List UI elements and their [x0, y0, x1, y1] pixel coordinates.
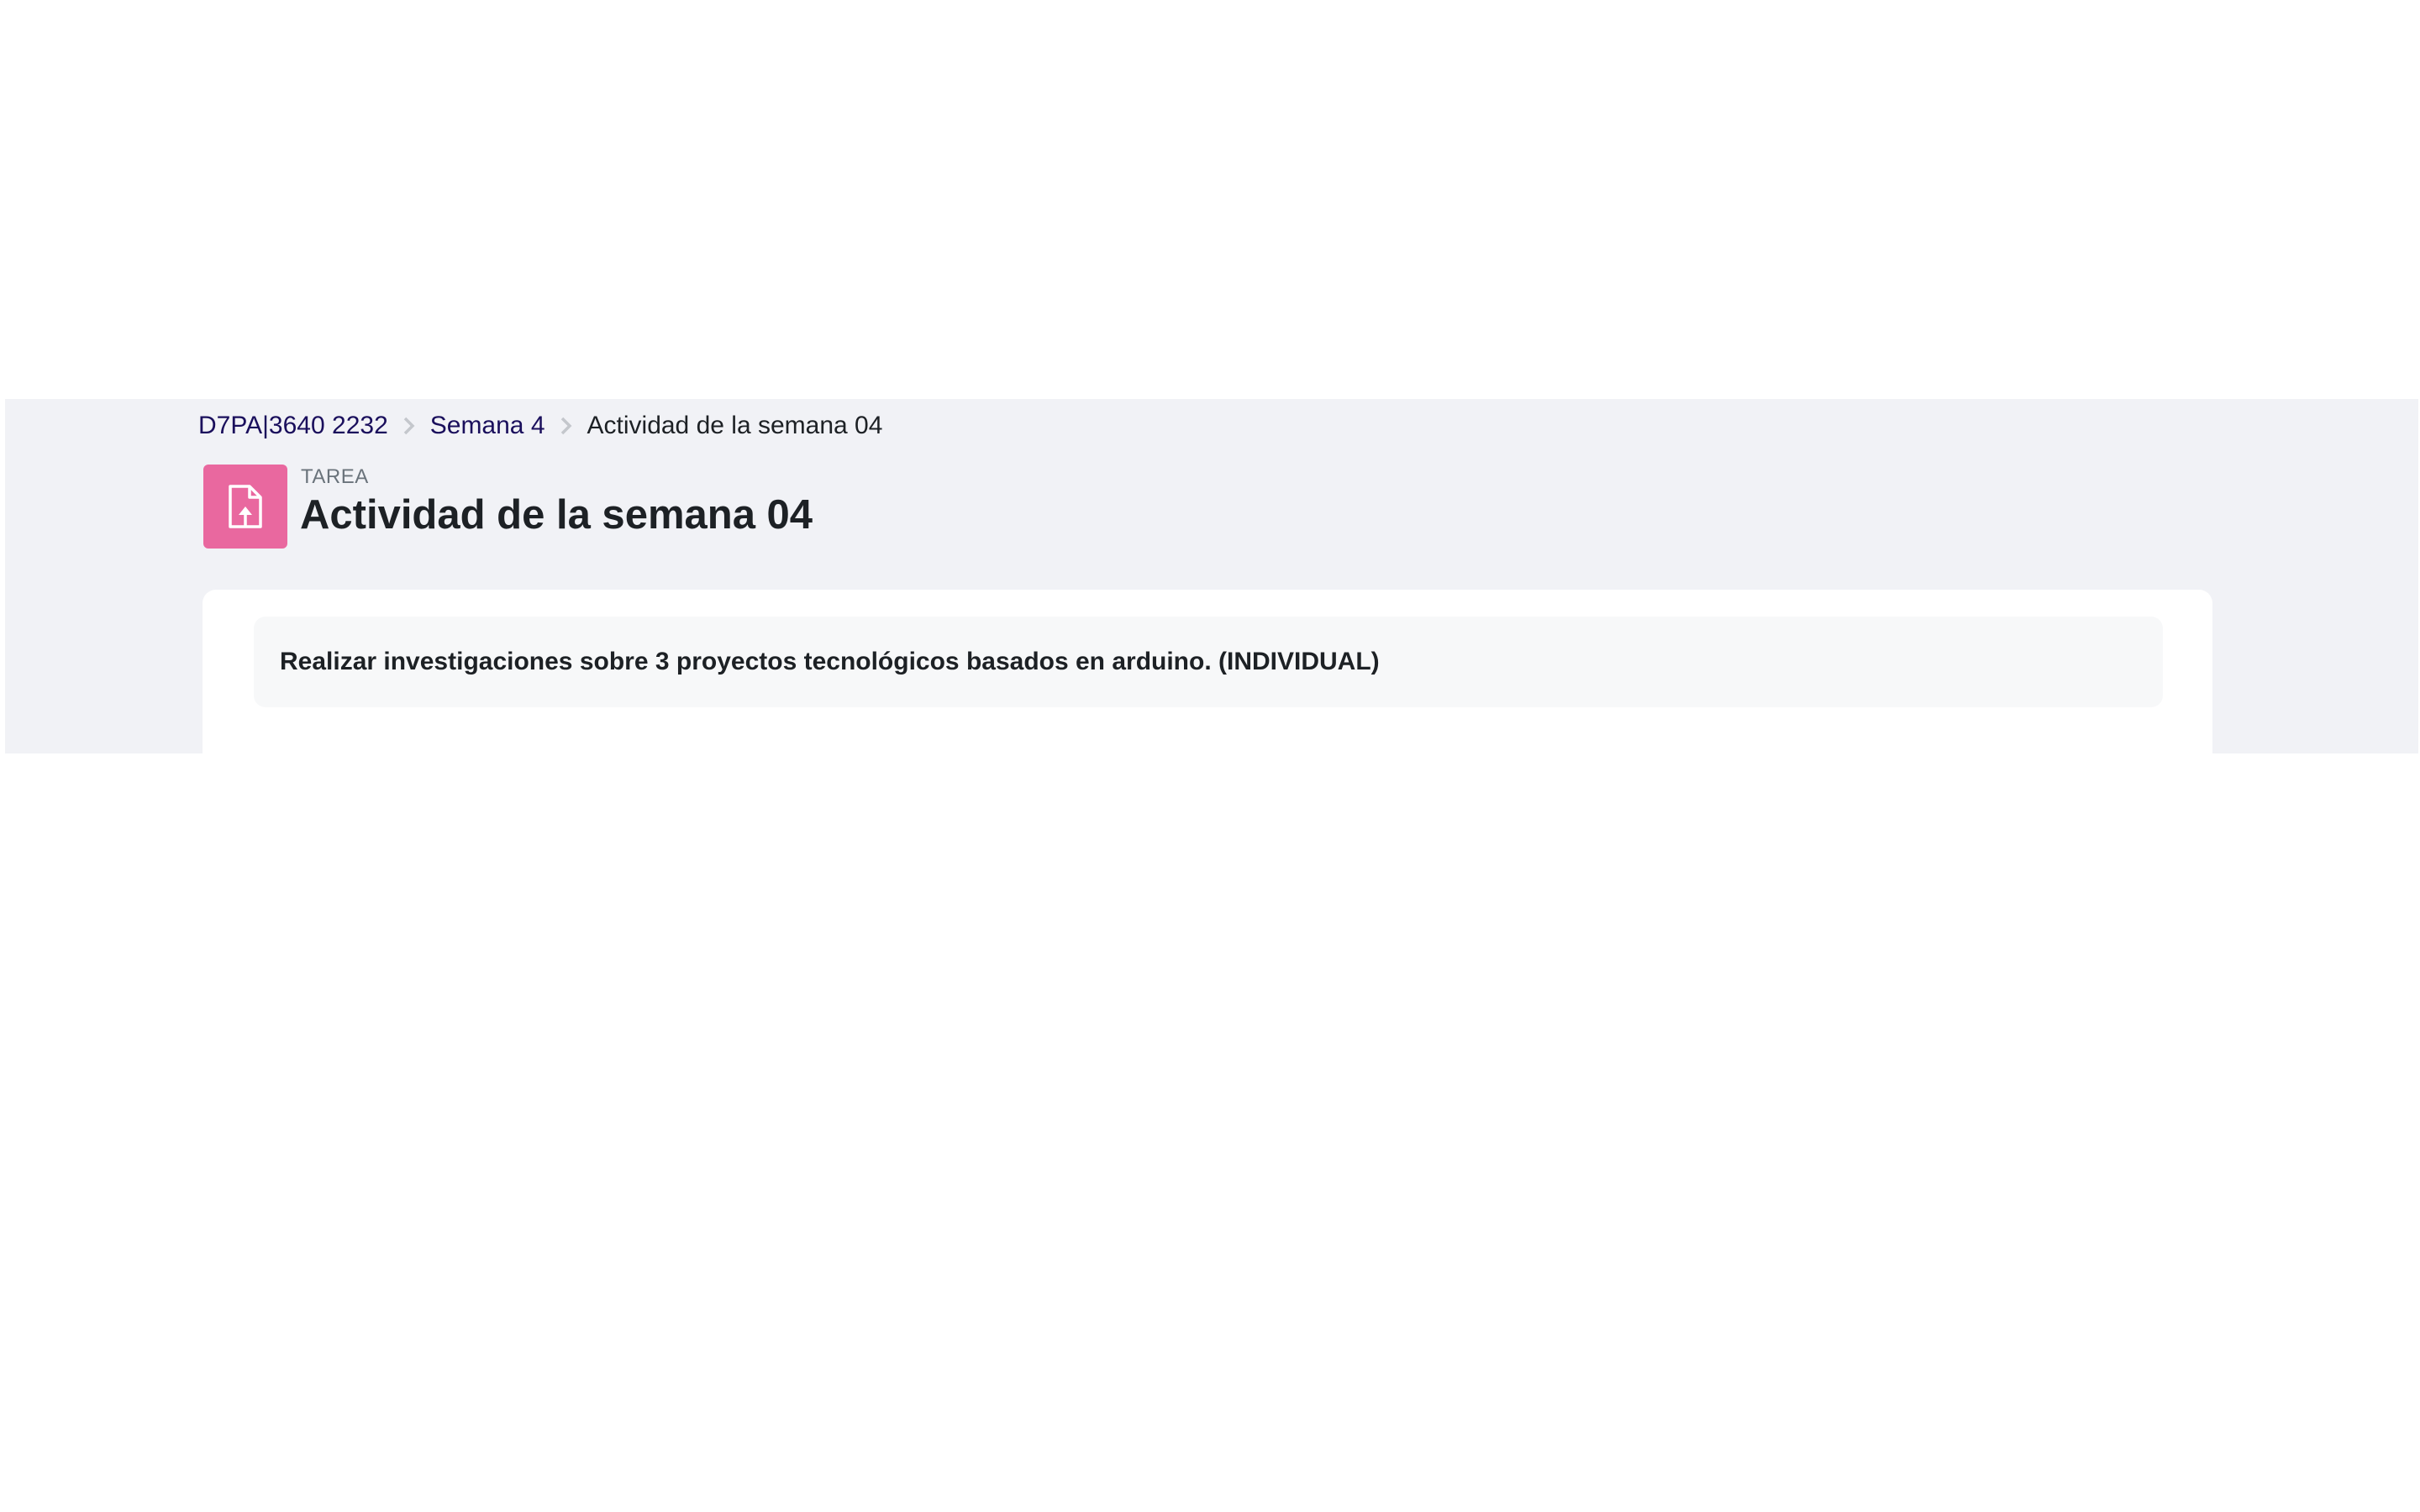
file-upload-icon — [203, 465, 287, 549]
breadcrumb: D7PA|3640 2232 Semana 4 Actividad de la … — [198, 407, 882, 445]
activity-description: Realizar investigaciones sobre 3 proyect… — [254, 617, 2163, 707]
page-title: Actividad de la semana 04 — [300, 492, 813, 538]
description-text: Realizar investigaciones sobre 3 proyect… — [280, 648, 1380, 675]
chevron-right-icon — [388, 407, 430, 445]
chevron-right-icon — [545, 407, 587, 445]
activity-content-card: Realizar investigaciones sobre 3 proyect… — [203, 590, 2212, 753]
breadcrumb-section-link[interactable]: Semana 4 — [430, 412, 545, 440]
breadcrumb-current: Actividad de la semana 04 — [587, 412, 883, 439]
breadcrumb-course-link[interactable]: D7PA|3640 2232 — [198, 412, 388, 440]
